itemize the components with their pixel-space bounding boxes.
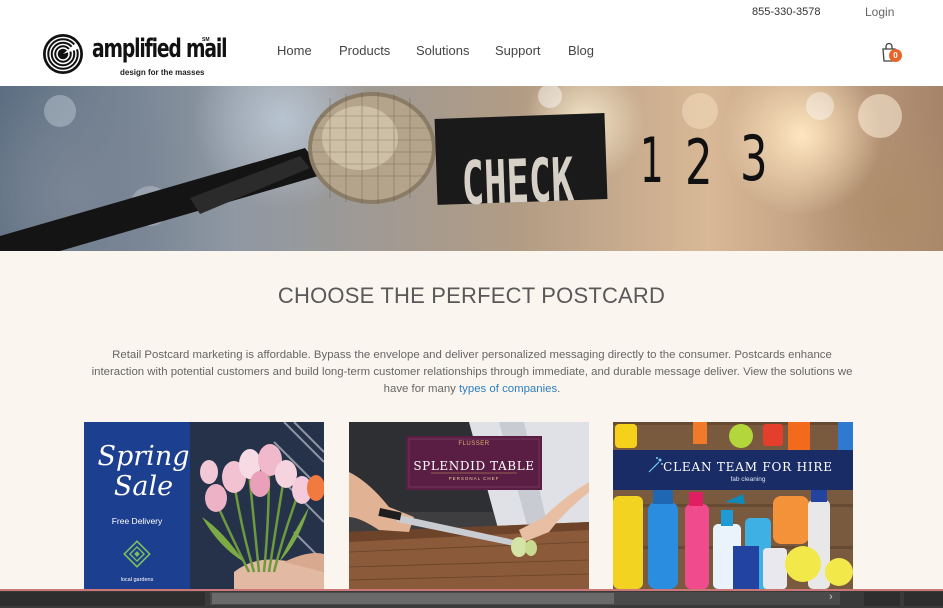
logo[interactable]: amplified mail SM design for the masses: [42, 33, 242, 79]
svg-text:2: 2: [685, 126, 713, 199]
types-of-companies-link[interactable]: types of companies: [459, 383, 557, 395]
clean-team-title: CLEAN TEAM FOR HIRE: [663, 460, 833, 474]
scroll-right-arrow-icon[interactable]: ›: [829, 591, 833, 603]
intro-paragraph: Retail Postcard marketing is affordable.…: [88, 347, 856, 398]
bottom-bar-right-1: [864, 592, 900, 606]
spring-sale-footer: local gardens: [120, 577, 154, 583]
splendid-table-title: SPLENDID TABLE: [413, 459, 535, 473]
nav-solutions[interactable]: Solutions: [416, 43, 469, 58]
splendid-table-subtitle: PERSONAL CHEF: [448, 476, 500, 481]
nav-home[interactable]: Home: [277, 43, 312, 58]
svg-text:3: 3: [740, 122, 768, 195]
page-title: CHOOSE THE PERFECT POSTCARD: [277, 283, 666, 308]
logo-tagline: design for the masses: [120, 68, 205, 77]
horizontal-scrollbar-thumb[interactable]: [212, 593, 614, 604]
svg-text:1: 1: [640, 126, 664, 198]
bottom-bar-right-2: [904, 592, 943, 606]
splendid-table-brand: FLUSSER: [458, 441, 490, 447]
svg-text:CHECK: CHECK: [461, 145, 575, 219]
intro-end: .: [557, 383, 561, 395]
clean-team-image: [613, 422, 853, 589]
nav-products[interactable]: Products: [339, 43, 390, 58]
postcard-clean-team[interactable]: CLEAN TEAM FOR HIRE fab cleaning: [613, 422, 853, 589]
splendid-table-image: [349, 422, 589, 589]
logo-mark-icon: [43, 34, 83, 74]
hero-banner: CHECK 1 2 3: [0, 86, 943, 251]
clean-team-subtitle: fab cleaning: [730, 476, 766, 483]
spring-sale-title: Spring Sale: [97, 441, 190, 502]
phone-number[interactable]: 855-330-3578: [752, 6, 821, 18]
postcard-spring-sale[interactable]: Spring Sale Free Delivery local gardens: [84, 422, 324, 589]
login-link[interactable]: Login: [865, 5, 894, 19]
cart-count-badge[interactable]: 0: [889, 49, 902, 62]
logo-service-mark: SM: [202, 37, 210, 43]
spring-sale-subtitle: Free Delivery: [111, 516, 163, 526]
postcard-splendid-table[interactable]: FLUSSER SPLENDID TABLE PERSONAL CHEF: [349, 422, 589, 589]
nav-support[interactable]: Support: [495, 43, 541, 58]
bottom-bar-left: [0, 592, 205, 606]
site-header: 855-330-3578 Login amplified mail SM des…: [0, 0, 943, 86]
nav-blog[interactable]: Blog: [568, 43, 594, 58]
hero-illustration: CHECK 1 2 3: [0, 86, 902, 251]
